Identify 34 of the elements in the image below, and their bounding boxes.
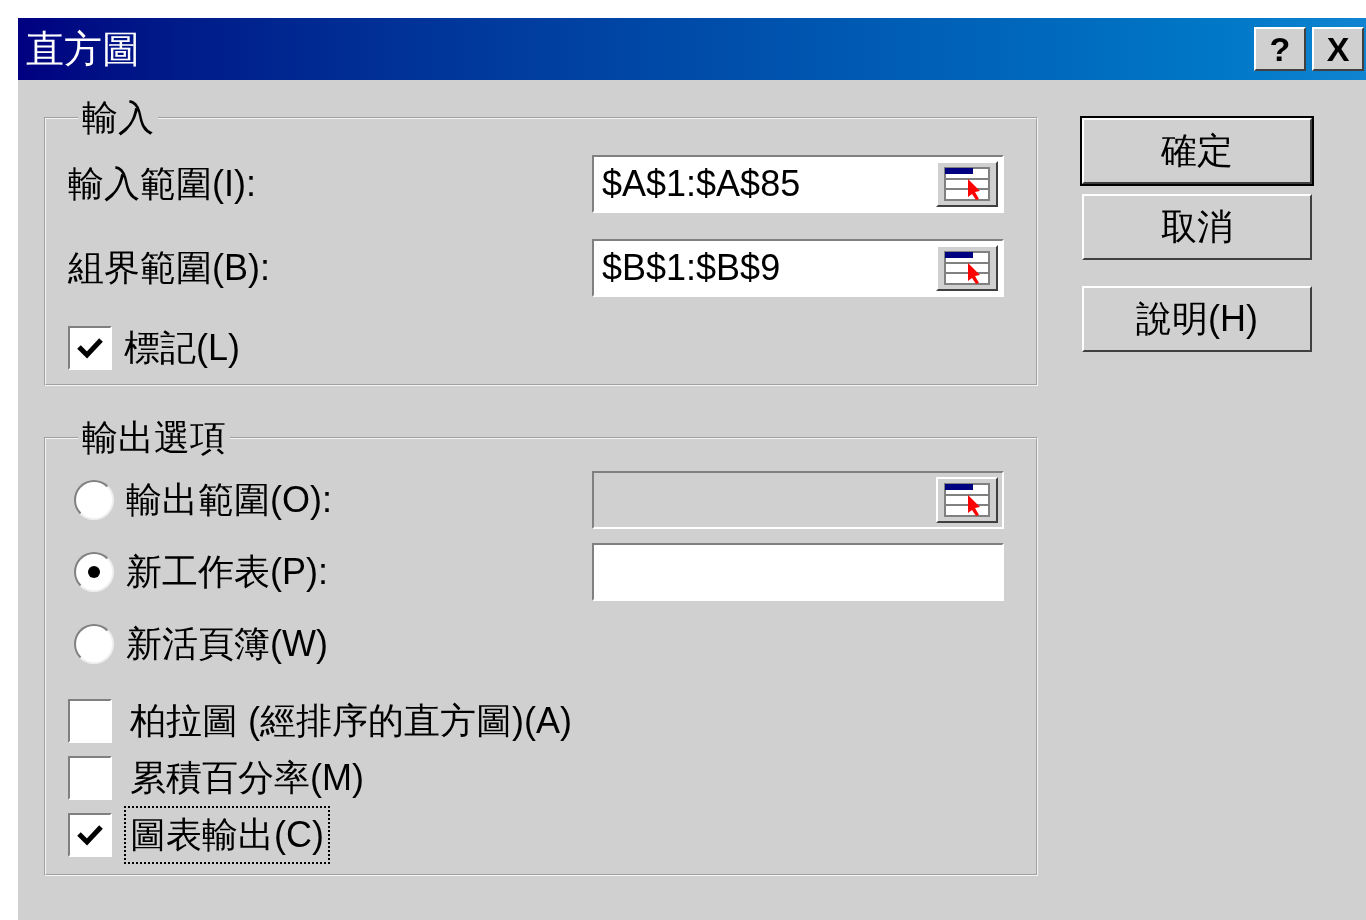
range-input-field[interactable] [592, 543, 1004, 601]
range-select-icon [944, 483, 990, 517]
group-legend: 輸入 [78, 100, 158, 136]
window-title: 直方圖 [26, 30, 140, 68]
range-input-field[interactable]: $A$1:$A$85 [592, 155, 1004, 213]
radio-label: 新活頁簿(W) [126, 622, 328, 666]
checkbox-label: 柏拉圖 (經排序的直方圖)(A) [129, 698, 573, 743]
field-label: 組界範圍(B): [68, 246, 271, 290]
checkbox-label: 累積百分率(M) [129, 755, 365, 800]
checkbox[interactable] [68, 698, 112, 743]
radio-button[interactable] [74, 624, 114, 664]
checkbox[interactable] [68, 812, 112, 857]
field-label: 輸入範圍(I): [68, 162, 257, 206]
radio-label: 新工作表(P): [126, 550, 328, 594]
range-select-icon [944, 251, 990, 285]
range-select-icon [944, 167, 990, 201]
close-button[interactable]: X [1312, 27, 1364, 71]
checkbox-label: 標記(L) [124, 326, 240, 370]
range-select-button[interactable] [936, 161, 998, 207]
radio-button[interactable] [74, 552, 114, 592]
radio-label: 輸出範圍(O): [126, 478, 332, 522]
range-value: $B$1:$B$9 [602, 246, 781, 290]
checkmark-icon [76, 336, 104, 360]
range-input-field[interactable]: $B$1:$B$9 [592, 239, 1004, 297]
help-button[interactable]: ? [1254, 27, 1306, 71]
group-legend: 輸出選項 [78, 420, 230, 456]
checkbox[interactable] [68, 755, 112, 800]
dialog-button[interactable]: 說明(H) [1082, 286, 1312, 352]
range-select-button[interactable] [936, 245, 998, 291]
range-value: $A$1:$A$85 [602, 162, 801, 206]
dialog-button[interactable]: 確定 [1082, 118, 1312, 184]
checkbox[interactable] [68, 326, 112, 370]
dialog-button[interactable]: 取消 [1082, 194, 1312, 260]
checkbox-label: 圖表輸出(C) [124, 805, 330, 864]
